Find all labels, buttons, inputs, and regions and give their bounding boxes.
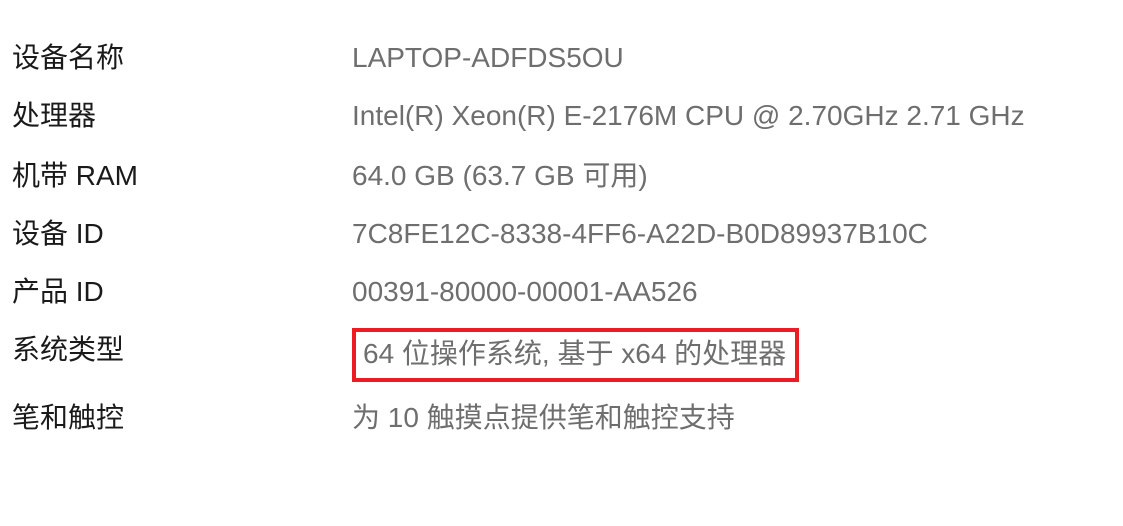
spec-label-system-type: 系统类型 [12,334,125,365]
spec-label-device-id: 设备 ID [12,218,104,249]
spec-value-processor[interactable]: Intel(R) Xeon(R) E-2176M CPU @ 2.70GHz 2… [352,94,1107,138]
spec-label-installed-ram: 机带 RAM [12,160,139,191]
spec-row-product-id: 产品 ID 00391-80000-00001-AA526 [0,270,1123,314]
spec-value-installed-ram[interactable]: 64.0 GB (63.7 GB 可用) [352,154,1123,198]
spec-value-system-type-container: 64 位操作系统, 基于 x64 的处理器 [352,328,1123,382]
spec-value-product-id[interactable]: 00391-80000-00001-AA526 [352,270,1123,314]
spec-label-processor: 处理器 [12,100,97,131]
spec-row-device-id: 设备 ID 7C8FE12C-8338-4FF6-A22D-B0D89937B1… [0,212,1123,256]
spec-row-pen-and-touch: 笔和触控 为 10 触摸点提供笔和触控支持 [0,396,1123,440]
spec-label-product-id: 产品 ID [12,276,104,307]
spec-value-device-name[interactable]: LAPTOP-ADFDS5OU [352,36,1123,80]
spec-label-device-name: 设备名称 [12,42,125,73]
spec-row-installed-ram: 机带 RAM 64.0 GB (63.7 GB 可用) [0,154,1123,198]
spec-row-processor: 处理器 Intel(R) Xeon(R) E-2176M CPU @ 2.70G… [0,94,1123,138]
spec-row-system-type: 系统类型 64 位操作系统, 基于 x64 的处理器 [0,328,1123,382]
system-type-highlight-box[interactable]: 64 位操作系统, 基于 x64 的处理器 [352,328,800,382]
device-specifications-panel: 设备名称 LAPTOP-ADFDS5OU 处理器 Intel(R) Xeon(R… [0,0,1123,526]
spec-value-device-id[interactable]: 7C8FE12C-8338-4FF6-A22D-B0D89937B10C [352,212,1123,256]
spec-label-pen-and-touch: 笔和触控 [12,402,125,433]
spec-value-pen-and-touch[interactable]: 为 10 触摸点提供笔和触控支持 [352,396,1123,440]
spec-row-device-name: 设备名称 LAPTOP-ADFDS5OU [0,36,1123,80]
